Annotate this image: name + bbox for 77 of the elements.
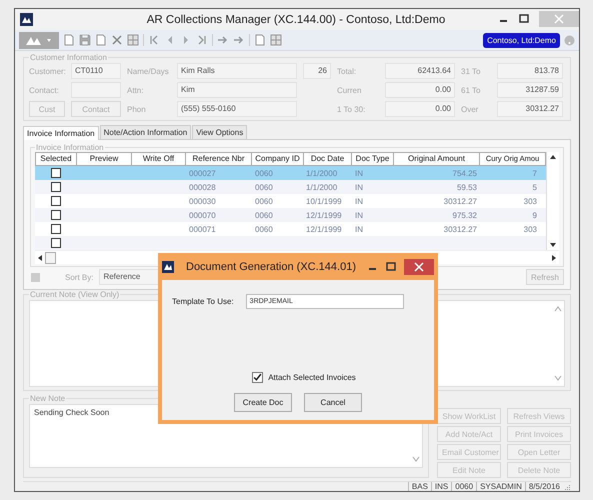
table-cell-text: 000028	[188, 182, 217, 192]
input-field[interactable]: Kim Ralls	[177, 63, 297, 79]
table-cell-text: 30312.27	[442, 196, 478, 206]
table-cell-text: IN	[354, 182, 364, 192]
table-cell-text: 10/1/1999	[305, 196, 343, 206]
input-field[interactable]: (555) 555-0160	[177, 101, 297, 117]
table-cell-text: 0060	[254, 168, 274, 178]
input-field[interactable]: 31287.59	[497, 82, 563, 98]
field-label: Total:	[337, 66, 358, 76]
company-badge[interactable]: Contoso, Ltd:Demo	[483, 32, 560, 48]
tab[interactable]: Note/Action Information	[100, 125, 192, 139]
field-label: Sort By:	[65, 272, 94, 282]
input-field[interactable]: 813.78	[497, 63, 563, 79]
field-label: Name/Days	[127, 66, 170, 76]
field-label: Over	[461, 104, 480, 114]
table-cell-text: 12/1/1999	[305, 210, 343, 220]
table-cell-text: IN	[354, 210, 364, 220]
table-cell-text: 1/1/2000	[305, 168, 338, 178]
table-cell-text: IN	[354, 168, 364, 178]
column-header[interactable]: Reference Nbr	[186, 152, 252, 166]
table-cell-text: 7	[532, 168, 538, 178]
table-cell-text: 9	[532, 210, 538, 220]
table-cell-text: 000070	[188, 210, 217, 220]
dialog-button[interactable]: Create Doc	[234, 393, 292, 412]
table-cell-text: 0060	[254, 224, 274, 234]
field-label: Template To Use:	[172, 297, 234, 306]
group-title: New Note	[29, 394, 66, 403]
table-cell-text: 59.53	[456, 182, 478, 192]
field-label: Contact:	[29, 86, 60, 94]
window-title: AR Collections Manager (XC.144.00) - Contoso, Ltd:Demo	[146, 14, 446, 26]
input-field[interactable]: 0.00	[385, 101, 455, 117]
table-cell-text: 12/1/1999	[305, 224, 343, 234]
table-cell-text: 303	[522, 224, 538, 234]
tab[interactable]: View Options	[192, 125, 248, 139]
input-field[interactable]: 30312.27	[497, 101, 563, 117]
table-cell-text: 5	[532, 182, 538, 192]
status-segment: 8/5/2016	[524, 482, 563, 491]
dialog-button[interactable]: Cancel	[304, 393, 362, 412]
table-cell-text: 000027	[188, 168, 217, 178]
input-field[interactable]: 0.00	[385, 82, 455, 98]
table-cell-text: 000071	[188, 224, 217, 234]
column-header[interactable]: Selected	[35, 152, 77, 166]
group-title: Invoice Information	[35, 143, 105, 152]
field-label: Customer:	[29, 66, 65, 76]
table-cell-text: 30312.27	[442, 224, 478, 234]
table-cell-text: 000030	[188, 196, 217, 206]
table-cell-text: 0060	[254, 182, 274, 192]
table-row[interactable]: 000070 0060 12/1/1999 IN 975.32 9	[35, 208, 546, 222]
field-label: 31 To	[461, 66, 482, 76]
table-cell-text: IN	[354, 224, 364, 234]
group-title: Current Note (View Only)	[29, 290, 120, 299]
input-field[interactable]: CT0110	[71, 63, 121, 79]
column-header[interactable]: Original Amount	[394, 152, 480, 166]
table-cell-text: 303	[522, 196, 538, 206]
field-label: Curren	[337, 86, 362, 94]
table-cell-text: 1/1/2000	[305, 182, 338, 192]
group-title: Customer Information	[29, 53, 108, 62]
checkbox-label: Attach Selected Invoices	[268, 373, 356, 382]
status-segment: BAS	[408, 482, 431, 491]
input-field[interactable]: 62413.64	[385, 63, 455, 79]
table-cell-text: 0060	[254, 210, 274, 220]
status-segment: INS	[430, 482, 452, 491]
input-field[interactable]: 26	[303, 63, 331, 79]
note-text: Sending Check Soon	[33, 407, 110, 419]
table-cell-text: 975.32	[452, 210, 478, 220]
field-label: Attn:	[127, 86, 144, 94]
field-label: Phon	[127, 104, 147, 114]
field-label: 61 To	[461, 86, 482, 94]
table-cell-text: 0060	[254, 196, 274, 206]
field-label: 1 To 30:	[337, 104, 366, 114]
table-cell-text: IN	[354, 196, 364, 206]
input-field[interactable]: Kim	[177, 82, 297, 98]
table-cell-text: 754.25	[452, 168, 478, 178]
tab[interactable]: Invoice Information	[23, 126, 99, 140]
status-segment: SYSADMIN	[476, 482, 525, 491]
table-row[interactable]: 000028 0060 1/1/2000 IN 59.53 5	[35, 180, 546, 194]
status-segment: 0060	[451, 482, 476, 491]
